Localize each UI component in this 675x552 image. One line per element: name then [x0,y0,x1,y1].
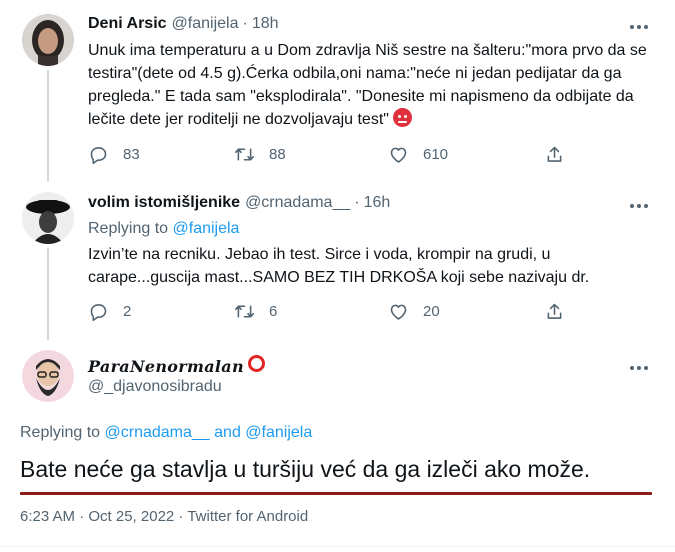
more-icon[interactable] [627,17,651,37]
retweet-button[interactable]: 88 [234,144,286,165]
retweet-button[interactable]: 6 [234,301,277,322]
replying-prefix: Replying to [20,424,101,441]
bottom-divider [0,546,675,547]
tweet-time[interactable]: 18h [252,15,279,33]
retweet-count: 6 [269,303,278,320]
like-button[interactable]: 610 [388,144,448,165]
share-icon [547,303,562,319]
reply-count: 2 [123,303,132,320]
thread-line [47,70,49,182]
like-button[interactable]: 20 [388,301,440,322]
reply-count: 83 [123,146,140,163]
replying-user-link[interactable]: @crnadama__ [105,424,210,441]
tweet-header: Deni Arsic @fanijela · 18h [88,15,279,33]
tweet-meta[interactable]: 6:23 AM · Oct 25, 2022 · Twitter for And… [20,508,308,525]
replying-prefix: Replying to [88,220,169,237]
avatar-deni-arsic[interactable] [22,14,74,66]
replying-and: and [214,424,241,441]
retweet-icon [234,305,255,318]
main-author-handle-row: @_djavonosibradu [88,378,222,396]
more-icon[interactable] [627,358,651,378]
author-handle[interactable]: @fanijela [172,15,239,33]
like-icon [390,147,407,163]
share-button[interactable] [544,144,565,165]
replying-to: Replying to @fanijela [88,220,239,238]
like-count: 610 [423,146,449,163]
tweet-header: volim istomišljenike @crnadama__ · 16h [88,194,390,212]
replying-user-link[interactable]: @fanijela [245,424,312,441]
author-name[interactable]: Deni Arsic [88,15,167,33]
reply-button[interactable]: 2 [88,301,131,322]
like-count: 20 [423,303,440,320]
replying-user-link[interactable]: @fanijela [173,220,240,237]
ring-badge-icon [247,355,265,372]
retweet-count: 88 [269,146,286,163]
tweet-text-content: Unuk ima temperaturu a u Dom zdravlja Ni… [88,42,647,128]
main-tweet-header: ParaNenormalan [88,355,265,376]
thread-line [47,248,49,340]
tweet-time[interactable]: 16h [364,194,391,212]
angry-face-emoji [393,108,413,127]
main-author-handle[interactable]: @_djavonosibradu [88,378,222,395]
main-replying-to: Replying to @crnadama__ and @fanijela [20,424,312,442]
share-button[interactable] [544,301,565,322]
avatar-paranenormalan[interactable] [22,350,74,402]
main-author-name[interactable]: ParaNenormalan [88,357,244,376]
tweet-text: Unuk ima temperaturu a u Dom zdravlja Ni… [88,39,648,131]
tweet-actions: 83 88 610 [88,144,578,168]
author-handle[interactable]: @crnadama__ [245,194,350,212]
separator-dot: · [354,194,360,211]
tweet-text: Izvin’te na recniku. Jebao ih test. Sirc… [88,243,648,289]
more-icon[interactable] [627,196,651,216]
like-icon [390,304,407,320]
reply-button[interactable]: 83 [88,144,140,165]
reply-icon [90,147,107,165]
tweet-text-content: Izvin’te na recniku. Jebao ih test. Sirc… [88,246,590,286]
text-underline [20,492,652,495]
author-name[interactable]: volim istomišljenike [88,194,240,212]
main-tweet-text: Bate neće ga stavlja u turšiju već da ga… [20,456,591,482]
separator-dot: · [242,15,248,32]
share-icon [547,146,562,162]
avatar-volim-istomisljenike[interactable] [22,192,74,244]
reply-icon [90,304,107,322]
retweet-icon [234,148,255,161]
tweet-actions: 2 6 20 [88,301,578,325]
